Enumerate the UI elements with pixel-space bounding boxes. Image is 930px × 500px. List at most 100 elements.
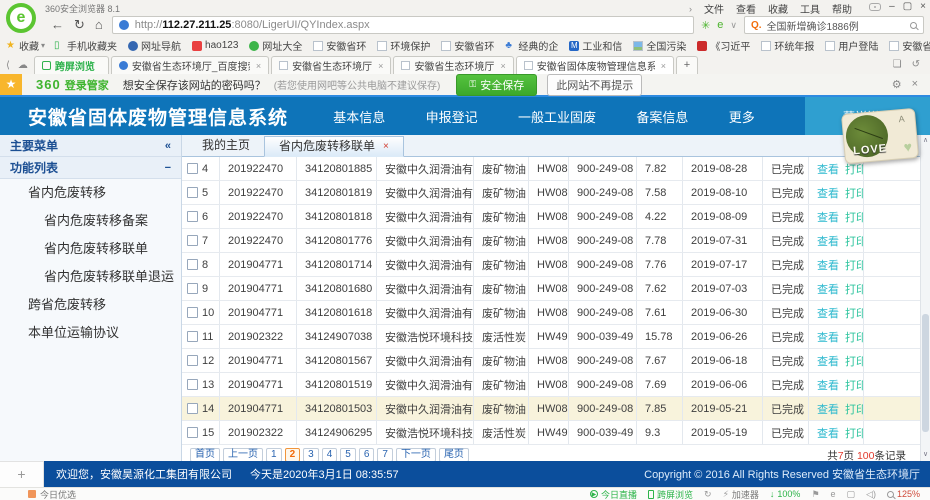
dropdown-caret-icon[interactable]: ∨ [730, 20, 737, 31]
table-row[interactable]: 6 201922470 34120801818 安徽中久润滑油有限公... 废矿… [182, 205, 920, 229]
view-link[interactable]: 查看 [817, 281, 839, 297]
row-checkbox[interactable] [187, 427, 198, 438]
speaker-icon[interactable]: ◁) [866, 489, 876, 500]
row-checkbox[interactable] [187, 163, 198, 174]
add-widget-button[interactable]: + [0, 461, 44, 487]
save-password-button[interactable]: ⚿ 安全保存 [456, 74, 537, 96]
print-link[interactable]: 打印 [845, 185, 864, 201]
bookmark-item[interactable]: 用户登陆 [825, 38, 880, 53]
dismiss-site-button[interactable]: 此网站不再提示 [547, 74, 642, 96]
bookmark-item[interactable]: 安徽省重 [889, 38, 930, 53]
table-row[interactable]: 14 201904771 34120801503 安徽中久润滑油有限公... 废… [182, 397, 920, 421]
minimize-button[interactable]: – [889, 1, 895, 13]
tab-close-icon[interactable]: × [256, 61, 261, 71]
table-row[interactable]: 13 201904771 34120801519 安徽中久润滑油有限公... 废… [182, 373, 920, 397]
close-tab-icon[interactable]: × [383, 136, 389, 157]
table-row[interactable]: 8 201904771 34120801714 安徽中久润滑油有限公... 废矿… [182, 253, 920, 277]
table-row[interactable]: 15 201902322 34124906295 安徽浩悦环境科技有限... 废… [182, 421, 920, 445]
table-row[interactable]: 5 201922470 34120801819 安徽中久润滑油有限公... 废矿… [182, 181, 920, 205]
360-badge-icon[interactable] [869, 3, 881, 11]
browser-tab[interactable]: 跨屏浏览 [34, 56, 109, 74]
bookmark-item[interactable]: ♣ 经典的企 [505, 38, 560, 53]
print-link[interactable]: 打印 [845, 281, 864, 297]
browser-tab[interactable]: 安徽省生态环境厅_百度搜索 × [111, 56, 269, 74]
row-checkbox[interactable] [187, 355, 198, 366]
search-hotword[interactable]: 全国新增确诊1886例 [767, 18, 910, 33]
search-input[interactable]: Q. 全国新增确诊1886例 [744, 16, 924, 34]
page-button[interactable]: 尾页 [439, 448, 469, 462]
nav-item[interactable]: 申报登记 [426, 107, 478, 126]
maximize-button[interactable]: ▢ [903, 1, 912, 13]
bookmark-item[interactable]: hao123 [192, 40, 240, 51]
tab-stack-icon[interactable]: ❏ [893, 59, 902, 70]
row-checkbox[interactable] [187, 307, 198, 318]
scroll-up-icon[interactable]: ∧ [921, 135, 930, 147]
tab-manifest[interactable]: 省内危废转移联单 × [264, 136, 404, 157]
page-button[interactable]: 5 [340, 448, 356, 462]
row-checkbox[interactable] [187, 331, 198, 342]
bookmark-item[interactable]: 网址导航 [128, 38, 183, 53]
view-link[interactable]: 查看 [817, 353, 839, 369]
bookmark-item[interactable]: 安徽省环 [313, 38, 368, 53]
refresh-status-icon[interactable]: ↻ [704, 489, 712, 500]
view-link[interactable]: 查看 [817, 377, 839, 393]
row-checkbox[interactable] [187, 283, 198, 294]
print-link[interactable]: 打印 [845, 377, 864, 393]
bookmark-item[interactable]: ★ 收藏 ▾ [6, 38, 45, 53]
collapse-section-icon[interactable]: − [165, 162, 171, 174]
browser-tab[interactable]: 安徽省生态环境厅 × [393, 56, 513, 74]
restore-tab-icon[interactable]: ↺ [912, 59, 920, 70]
home-button[interactable]: ⌂ [95, 16, 103, 34]
view-link[interactable]: 查看 [817, 161, 839, 177]
360-e-icon[interactable]: e [717, 19, 723, 31]
page-button[interactable]: 下一页 [396, 448, 436, 462]
menu-collapse-icon[interactable]: › [689, 4, 692, 14]
bookmark-item[interactable]: 环统年报 [761, 38, 816, 53]
bookmark-item[interactable]: 环境保护 [377, 38, 432, 53]
search-engine-icon[interactable]: Q. [751, 20, 762, 31]
bookmark-item[interactable]: M 工业和信 [569, 38, 624, 53]
close-notification-icon[interactable]: × [912, 78, 918, 91]
bookmark-item[interactable]: 全国污染 [633, 38, 688, 53]
row-checkbox[interactable] [187, 379, 198, 390]
bookmark-item[interactable]: 网址大全 [249, 38, 304, 53]
view-link[interactable]: 查看 [817, 233, 839, 249]
sidebar-item[interactable]: 本单位运输协议 [0, 319, 181, 347]
cross-screen-button[interactable]: 跨屏浏览 [648, 488, 693, 500]
nav-item[interactable]: 一般工业固废 [518, 107, 596, 126]
collapse-panel-icon[interactable]: ⟨ [6, 60, 10, 71]
close-button[interactable]: × [920, 1, 926, 13]
network-speed[interactable]: ↓100% [770, 489, 801, 499]
row-checkbox[interactable] [187, 403, 198, 414]
window-mode-icon[interactable]: ▢ [847, 489, 856, 500]
page-button[interactable]: 3 [303, 448, 319, 462]
sidebar-header-main-menu[interactable]: 主要菜单 « [0, 135, 181, 157]
print-link[interactable]: 打印 [845, 353, 864, 369]
page-button[interactable]: 1 [266, 448, 282, 462]
print-link[interactable]: 打印 [845, 401, 864, 417]
browser-logo-icon[interactable]: e [6, 3, 36, 33]
bookmark-item[interactable]: 《习近平 [697, 38, 752, 53]
print-link[interactable]: 打印 [845, 305, 864, 321]
row-checkbox[interactable] [187, 259, 198, 270]
view-link[interactable]: 查看 [817, 209, 839, 225]
page-button[interactable]: 4 [322, 448, 338, 462]
row-checkbox[interactable] [187, 211, 198, 222]
cloud-sync-icon[interactable]: ☁ [18, 60, 28, 71]
tab-close-icon[interactable]: × [661, 61, 666, 71]
print-link[interactable]: 打印 [845, 425, 864, 441]
table-row[interactable]: 7 201922470 34120801776 安徽中久润滑油有限公... 废矿… [182, 229, 920, 253]
print-link[interactable]: 打印 [845, 329, 864, 345]
sidebar-header-function-list[interactable]: 功能列表 − [0, 157, 181, 179]
tab-my-home[interactable]: 我的主页 [188, 135, 264, 156]
sidebar-item[interactable]: 省内危废转移联单 [0, 235, 181, 263]
nav-item[interactable]: 更多 [729, 107, 755, 126]
table-row[interactable]: 11 201902322 34124907038 安徽浩悦环境科技有限... 废… [182, 325, 920, 349]
scrollbar-thumb[interactable] [922, 314, 929, 431]
row-checkbox[interactable] [187, 187, 198, 198]
zoom-level[interactable]: 125% [887, 489, 920, 499]
table-row[interactable]: 9 201904771 34120801680 安徽中久润滑油有限公... 废矿… [182, 277, 920, 301]
collapse-sidebar-icon[interactable]: « [165, 140, 171, 152]
flag-icon[interactable]: ⚑ [811, 489, 819, 500]
sidebar-item[interactable]: 省内危废转移 [0, 179, 181, 207]
